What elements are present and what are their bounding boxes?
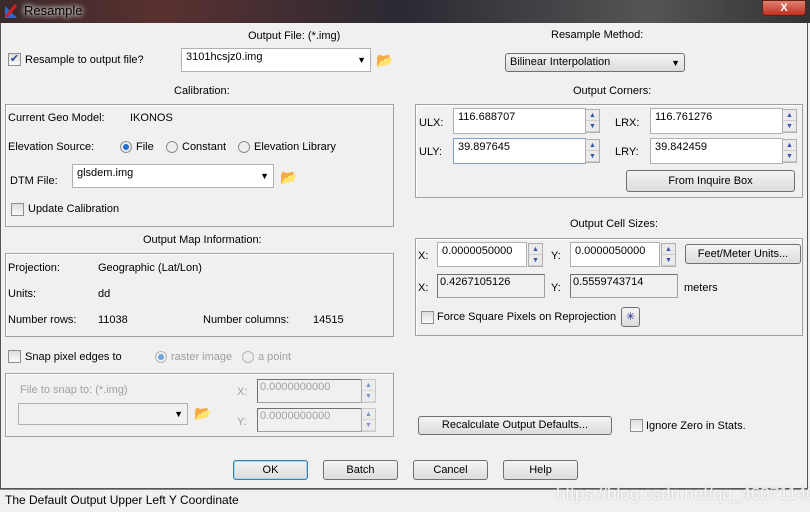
uly-spinner[interactable]: ▲ ▼ <box>585 139 600 163</box>
feet-meter-units-button[interactable]: Feet/Meter Units... <box>685 244 801 264</box>
meters-y-label: Y: <box>551 282 561 294</box>
radio-raster-image[interactable] <box>155 351 167 363</box>
output-file-label: Output File: (*.img) <box>248 30 341 42</box>
radio-file-label: File <box>136 141 154 153</box>
chevron-down-icon: ▼ <box>174 409 183 419</box>
units-label: Units: <box>8 288 37 300</box>
ulx-spinner[interactable]: ▲ ▼ <box>585 109 600 133</box>
asterisk-icon[interactable]: ✳ <box>621 307 640 327</box>
resample-checkbox-label: Resample to output file? <box>25 54 144 66</box>
chevron-down-icon: ▼ <box>671 57 680 68</box>
units-value: dd <box>98 288 111 300</box>
ignore-zero-checkbox[interactable] <box>630 419 643 432</box>
cancel-button[interactable]: Cancel <box>413 460 488 480</box>
recalculate-output-defaults-button[interactable]: Recalculate Output Defaults... <box>418 416 612 435</box>
ulx-input[interactable]: 116.688707 <box>453 108 586 134</box>
radio-a-point-label: a point <box>258 351 292 363</box>
meters-y-value: 0.5559743714 <box>570 274 678 298</box>
lrx-input[interactable]: 116.761276 <box>650 108 783 134</box>
ok-button[interactable]: OK <box>233 460 308 480</box>
radio-raster-image-label: raster image <box>171 351 233 363</box>
resample-checkbox[interactable]: ✔ <box>8 53 21 66</box>
snap-x-spinner[interactable]: ▲ ▼ <box>361 379 376 403</box>
uly-input[interactable]: 39.897645 <box>453 138 586 164</box>
cell-y-spinner[interactable]: ▲ ▼ <box>661 243 676 267</box>
dtm-file-label: DTM File: <box>10 175 58 187</box>
projection-label: Projection: <box>8 262 60 274</box>
radio-elevation-library-label: Elevation Library <box>254 141 336 153</box>
snap-x-label: X: <box>237 386 248 398</box>
window-title: Resample <box>24 3 83 18</box>
meters-x-label: X: <box>418 282 429 294</box>
output-file-combo[interactable]: 3101hcsjz0.img ▼ <box>181 48 371 72</box>
snap-y-spinner[interactable]: ▲ ▼ <box>361 408 376 432</box>
radio-constant[interactable] <box>166 141 178 153</box>
snap-file-combo[interactable]: ▼ <box>18 403 188 425</box>
snap-y-input[interactable]: 0.0000000000 <box>257 408 362 432</box>
ulx-label: ULX: <box>419 117 444 129</box>
lry-input[interactable]: 39.842459 <box>650 138 783 164</box>
title-bar[interactable] <box>0 0 810 23</box>
watermark: https://blog.csdn.net/qq_46071146 <box>556 484 810 503</box>
output-corners-label: Output Corners: <box>573 85 652 97</box>
radio-a-point[interactable] <box>242 351 254 363</box>
dtm-file-combo[interactable]: glsdem.img ▼ <box>72 164 274 188</box>
snap-y-label: Y: <box>237 416 247 428</box>
lrx-label: LRX: <box>615 117 640 129</box>
calibration-label: Calibration: <box>174 85 230 97</box>
geo-model-label: Current Geo Model: <box>8 112 105 124</box>
map-info-label: Output Map Information: <box>143 234 262 246</box>
dtm-file-value: glsdem.img <box>77 167 134 179</box>
geo-model-value: IKONOS <box>130 112 173 124</box>
snap-x-input[interactable]: 0.0000000000 <box>257 379 362 403</box>
force-square-checkbox[interactable] <box>421 311 434 324</box>
snap-checkbox[interactable] <box>8 350 21 363</box>
cell-x-spinner[interactable]: ▲ ▼ <box>528 243 543 267</box>
columns-value: 14515 <box>313 314 344 326</box>
resample-method-label: Resample Method: <box>551 29 644 41</box>
cell-x-label: X: <box>418 250 429 262</box>
cell-y-label: Y: <box>551 250 561 262</box>
help-button[interactable]: Help <box>503 460 578 480</box>
uly-label: ULY: <box>419 146 443 158</box>
folder-open-icon[interactable]: 📂 <box>194 406 211 420</box>
projection-value: Geographic (Lat/Lon) <box>98 262 202 274</box>
lry-label: LRY: <box>615 146 639 158</box>
radio-constant-label: Constant <box>182 141 227 153</box>
cell-y-input[interactable]: 0.0000050000 <box>570 242 660 267</box>
chevron-down-icon: ▼ <box>357 55 366 65</box>
force-square-label: Force Square Pixels on Reprojection <box>437 311 617 323</box>
ignore-zero-label: Ignore Zero in Stats. <box>646 420 746 432</box>
resample-method-select[interactable]: Bilinear Interpolation ▼ <box>505 53 685 72</box>
folder-open-icon[interactable]: 📂 <box>280 170 297 184</box>
meters-x-value: 0.4267105126 <box>437 274 545 298</box>
lrx-spinner[interactable]: ▲ ▼ <box>782 109 797 133</box>
columns-label: Number columns: <box>203 314 290 326</box>
folder-open-icon[interactable]: 📂 <box>376 53 393 67</box>
elevation-source-label: Elevation Source: <box>8 141 95 153</box>
snap-file-label: File to snap to: (*.img) <box>20 384 128 396</box>
app-icon <box>4 3 18 19</box>
radio-file[interactable] <box>120 141 132 153</box>
lry-spinner[interactable]: ▲ ▼ <box>782 139 797 163</box>
update-calibration-label: Update Calibration <box>28 203 120 215</box>
cell-x-input[interactable]: 0.0000050000 <box>437 242 527 267</box>
radio-elevation-library[interactable] <box>238 141 250 153</box>
output-file-value: 3101hcsjz0.img <box>186 51 263 63</box>
update-calibration-checkbox[interactable] <box>11 203 24 216</box>
meters-units-label: meters <box>684 282 718 294</box>
from-inquire-box-button[interactable]: From Inquire Box <box>626 170 795 192</box>
chevron-down-icon: ▼ <box>260 171 269 181</box>
rows-label: Number rows: <box>8 314 77 326</box>
close-button[interactable]: X <box>762 0 806 16</box>
resample-method-value: Bilinear Interpolation <box>510 56 611 68</box>
snap-label: Snap pixel edges to <box>25 351 122 363</box>
output-cell-sizes-label: Output Cell Sizes: <box>570 218 659 230</box>
batch-button[interactable]: Batch <box>323 460 398 480</box>
rows-value: 11038 <box>98 314 128 326</box>
